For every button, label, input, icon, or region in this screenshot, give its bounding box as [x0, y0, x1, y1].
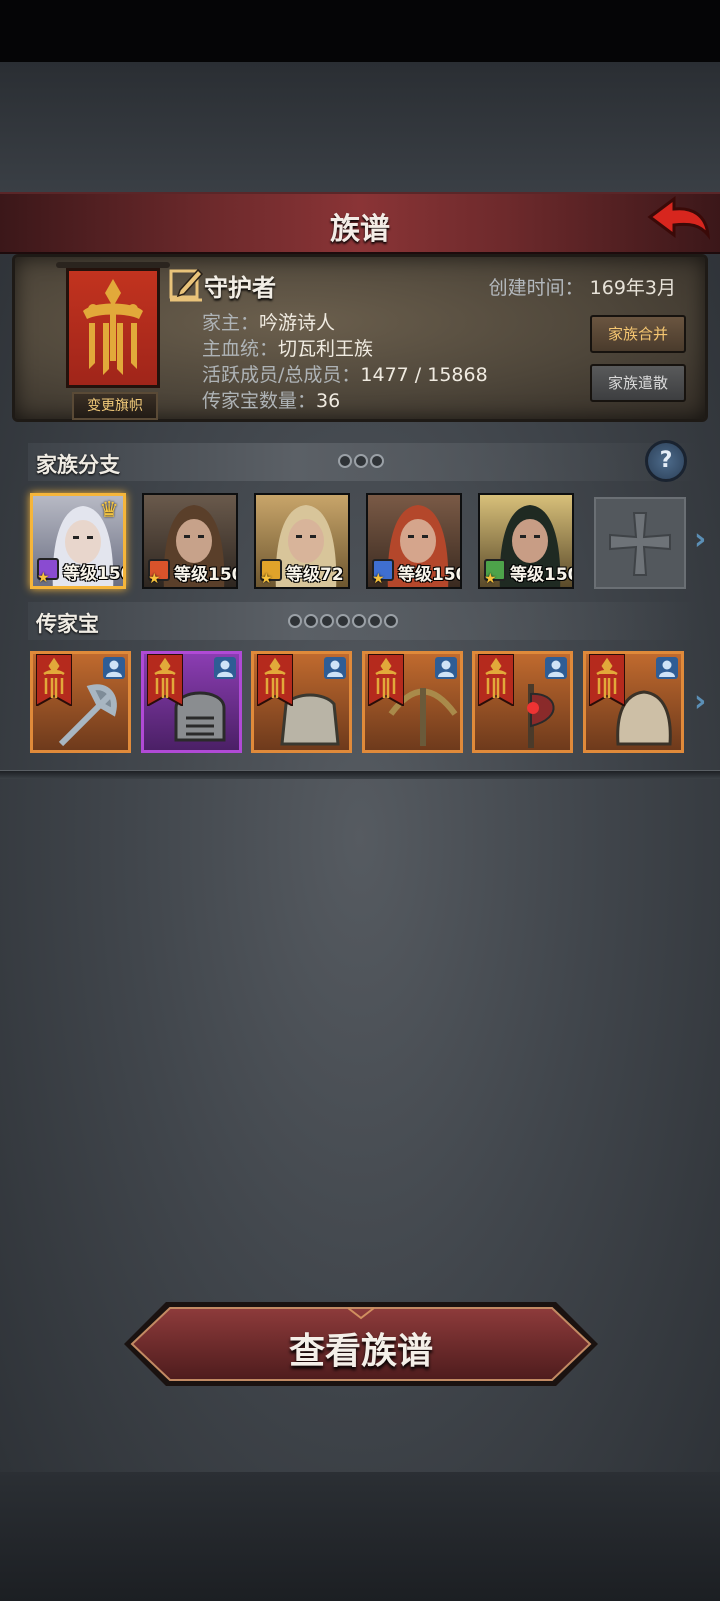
page-dot[interactable] [368, 614, 382, 628]
heirloom-card[interactable] [141, 651, 242, 753]
banner-icon [589, 654, 625, 706]
branches-next-chevron-icon[interactable]: › [694, 522, 706, 557]
hero-card[interactable]: ★ 等级150 [142, 493, 238, 589]
hero-card[interactable]: ★ 等级150 [366, 493, 462, 589]
person-icon [435, 657, 457, 679]
banner-emblem-icon [83, 279, 143, 375]
created-label: 创建时间： [488, 277, 584, 299]
banner-icon [478, 654, 514, 706]
page-dot[interactable] [338, 454, 352, 468]
heirloom-card[interactable] [362, 651, 463, 753]
person-icon [324, 657, 346, 679]
guild-name: 守护者 [204, 274, 276, 302]
page-dot[interactable] [352, 614, 366, 628]
heirloom-card[interactable] [251, 651, 352, 753]
person-icon [103, 657, 125, 679]
hero-level: 等级150 [510, 565, 574, 585]
banner-icon [368, 654, 404, 706]
star-icon: ★ [484, 571, 497, 587]
members-label: 活跃成员/总成员： [202, 364, 361, 386]
banner-icon [36, 654, 72, 706]
section-divider [0, 770, 720, 779]
person-icon [545, 657, 567, 679]
page-dot[interactable] [384, 614, 398, 628]
heirlooms-title: 传家宝 [36, 612, 99, 636]
created-value: 169年3月 [589, 277, 676, 299]
page-title: 族谱 [330, 212, 390, 247]
members-value: 1477 / 15868 [360, 364, 488, 386]
hero-card[interactable]: ★ 等级72 [254, 493, 350, 589]
created-time: 创建时间： 169年3月 [489, 273, 676, 300]
leader-row: 家主：吟游诗人 [202, 308, 335, 335]
heirloom-count-label: 传家宝数量： [202, 390, 317, 412]
bloodline-row: 主血统：切瓦利王族 [202, 334, 373, 361]
star-icon: ★ [372, 571, 385, 587]
page-dot[interactable] [354, 454, 368, 468]
view-family-tree-button[interactable]: 查看族谱 [120, 1298, 602, 1390]
disband-guild-button[interactable]: 家族遣散 [590, 364, 686, 402]
heirloom-count-row: 传家宝数量：36 [202, 386, 340, 413]
merge-guild-button[interactable]: 家族合并 [590, 315, 686, 353]
members-row: 活跃成员/总成员：1477 / 15868 [202, 360, 488, 387]
help-icon[interactable]: ? [645, 440, 687, 482]
empty-hero-slot[interactable] [594, 497, 686, 589]
bloodline-label: 主血统： [202, 338, 279, 360]
person-icon [214, 657, 236, 679]
back-arrow-icon[interactable] [646, 195, 712, 245]
leader-value: 吟游诗人 [259, 312, 336, 334]
edit-name-icon[interactable] [168, 266, 204, 302]
cross-icon [609, 512, 671, 576]
heirlooms-next-chevron-icon[interactable]: › [694, 684, 706, 719]
page-dot[interactable] [304, 614, 318, 628]
change-flag-button[interactable]: 变更旗帜 [72, 392, 158, 420]
page-dot[interactable] [320, 614, 334, 628]
heirloom-card[interactable] [30, 651, 131, 753]
heirloom-card[interactable] [472, 651, 573, 753]
hero-card[interactable]: ★ 等级150 [478, 493, 574, 589]
star-icon: ★ [37, 570, 50, 586]
branches-title: 家族分支 [36, 453, 120, 477]
hero-level: 等级72 [286, 565, 344, 585]
guild-banner[interactable] [66, 268, 160, 388]
branches-page-dots [338, 454, 384, 468]
person-icon [656, 657, 678, 679]
view-family-tree-label: 查看族谱 [288, 1331, 433, 1372]
banner-icon [147, 654, 183, 706]
page-dot[interactable] [336, 614, 350, 628]
status-bar [0, 0, 720, 62]
title-bar: 族谱 [0, 192, 720, 254]
background-top [0, 62, 720, 192]
hero-level: 等级150 [174, 565, 238, 585]
heirloom-count-value: 36 [316, 390, 341, 412]
hero-level: 等级150 [63, 564, 126, 584]
banner-icon [257, 654, 293, 706]
bottom-area [0, 1472, 720, 1601]
page-dot[interactable] [370, 454, 384, 468]
hero-level: 等级150 [398, 565, 462, 585]
star-icon: ★ [148, 571, 161, 587]
heirloom-card[interactable] [583, 651, 684, 753]
crown-icon: ♛ [99, 498, 119, 523]
page-dot[interactable] [288, 614, 302, 628]
leader-label: 家主： [202, 312, 260, 334]
heirlooms-page-dots [288, 614, 398, 628]
hero-card[interactable]: ♛ ★ 等级150 [30, 493, 126, 589]
bloodline-value: 切瓦利王族 [278, 338, 374, 360]
star-icon: ★ [260, 571, 273, 587]
